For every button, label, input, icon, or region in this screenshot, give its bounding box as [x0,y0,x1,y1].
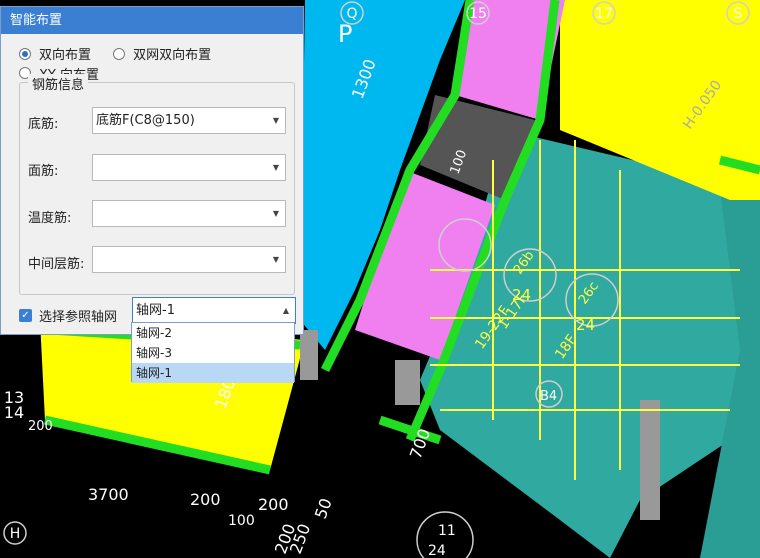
chevron-down-icon: ▼ [272,255,279,264]
chevron-up-icon: ▲ [282,306,289,315]
radio-double-mesh[interactable]: 双网双向布置 [113,44,211,63]
dialog-title: 智能布置 [1,7,303,34]
middle-layer-rebar-select[interactable]: ▼ [92,246,286,273]
smart-layout-dialog[interactable]: 智能布置 双向布置 双网双向布置 XY 向布置 钢筋信息 底筋: 底筋F(C8@… [0,6,304,335]
dropdown-option-axis-3[interactable]: 轴网-3 [132,343,294,363]
axis-grid-select[interactable]: 轴网-1 ▲ [132,297,296,324]
radio-label: 双网双向布置 [133,48,212,63]
top-rebar-label: 面筋: [28,164,59,179]
axis-label-17: 17 [595,6,613,22]
bottom-rebar-select[interactable]: 底筋F(C8@150) ▼ [92,107,286,134]
axis-grid-dropdown-list: 轴网-2 轴网-3 轴网-1 [131,322,295,383]
svg-text:P: P [338,20,352,48]
group-title: 钢筋信息 [28,74,89,93]
svg-text:200: 200 [190,490,221,509]
axis-label-15: 15 [469,6,487,22]
checkmark-icon: ✓ [19,309,32,322]
temperature-rebar-label: 温度筋: [28,211,72,226]
axis-label-s: S [734,6,743,22]
radio-bidirectional[interactable]: 双向布置 [19,44,91,63]
svg-text:200: 200 [28,419,53,434]
radio-dot-icon [113,47,126,60]
chevron-down-icon: ▼ [272,209,279,218]
reference-axis-checkbox[interactable]: ✓ 选择参照轴网 [19,306,117,325]
middle-layer-rebar-label: 中间层筋: [28,257,85,272]
top-rebar-select[interactable]: ▼ [92,154,286,181]
radio-dot-icon [19,47,31,60]
svg-text:24: 24 [576,316,595,334]
chevron-down-icon: ▼ [272,163,279,172]
svg-text:11: 11 [438,523,456,539]
svg-text:200: 200 [258,495,289,514]
svg-text:24: 24 [428,543,446,558]
radio-label: 双向布置 [39,48,92,63]
svg-text:3700: 3700 [88,485,129,504]
select-value: 底筋F(C8@150) [96,113,195,128]
svg-text:B4: B4 [540,389,557,404]
axis-label-h: H [10,526,21,542]
axis-label-14: 14 [4,403,24,422]
temperature-rebar-select[interactable]: ▼ [92,200,286,227]
bottom-rebar-label: 底筋: [28,117,59,132]
dropdown-option-axis-2[interactable]: 轴网-2 [132,323,294,343]
dropdown-option-axis-1[interactable]: 轴网-1 [132,363,294,383]
select-value: 轴网-1 [136,303,175,318]
svg-text:100: 100 [228,513,255,529]
checkbox-label: 选择参照轴网 [39,310,118,325]
chevron-down-icon: ▼ [272,116,279,125]
rebar-info-group: 钢筋信息 底筋: 底筋F(C8@150) ▼ 面筋: ▼ 温度筋: ▼ 中间层筋… [19,74,295,295]
svg-text:24: 24 [512,286,531,304]
